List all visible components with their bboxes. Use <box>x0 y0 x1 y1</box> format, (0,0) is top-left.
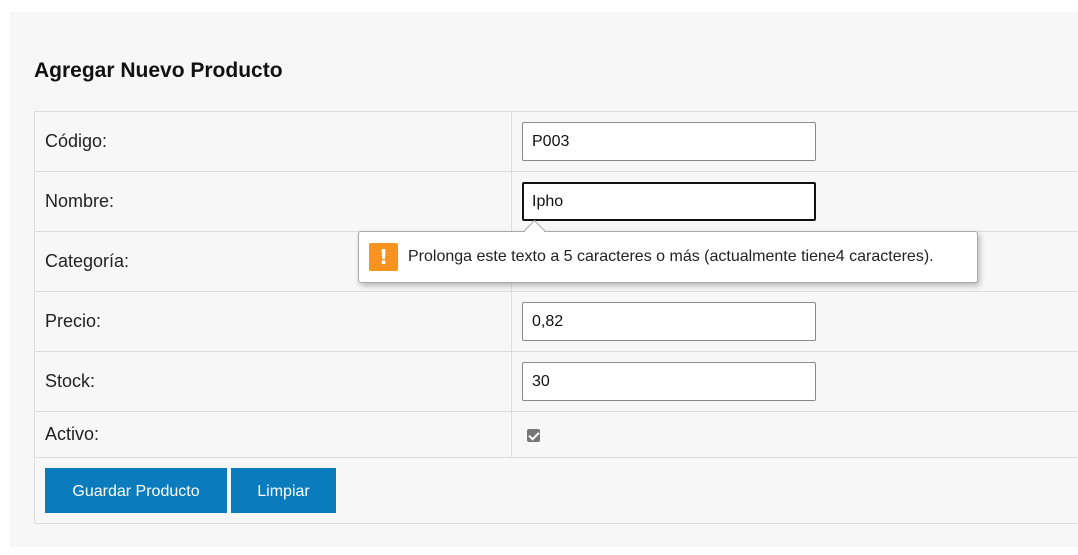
warning-icon: ! <box>369 243 398 271</box>
row-precio: Precio: <box>34 291 1078 352</box>
activo-checkbox[interactable] <box>527 428 540 442</box>
validation-tooltip: ! Prolonga este texto a 5 caracteres o m… <box>358 231 978 283</box>
codigo-input[interactable] <box>522 122 816 161</box>
save-product-button[interactable]: Guardar Producto <box>45 468 227 513</box>
clear-button[interactable]: Limpiar <box>231 468 336 513</box>
row-codigo: Código: <box>34 111 1078 172</box>
row-actions: Guardar Producto Limpiar <box>34 457 1078 524</box>
row-nombre: Nombre: <box>34 171 1078 232</box>
row-activo: Activo: <box>34 411 1078 458</box>
validation-message: Prolonga este texto a 5 caracteres o más… <box>408 248 934 265</box>
codigo-label: Código: <box>34 111 512 172</box>
precio-label: Precio: <box>34 291 512 352</box>
nombre-input[interactable] <box>522 182 816 221</box>
row-stock: Stock: <box>34 351 1078 412</box>
precio-input[interactable] <box>522 302 816 341</box>
activo-label: Activo: <box>34 411 512 458</box>
stock-label: Stock: <box>34 351 512 412</box>
page-title: Agregar Nuevo Producto <box>34 59 283 82</box>
stock-input[interactable] <box>522 362 816 401</box>
nombre-label: Nombre: <box>34 171 512 232</box>
product-form-table: Código: Nombre: Categoría: Precio: Stock… <box>34 111 1078 524</box>
